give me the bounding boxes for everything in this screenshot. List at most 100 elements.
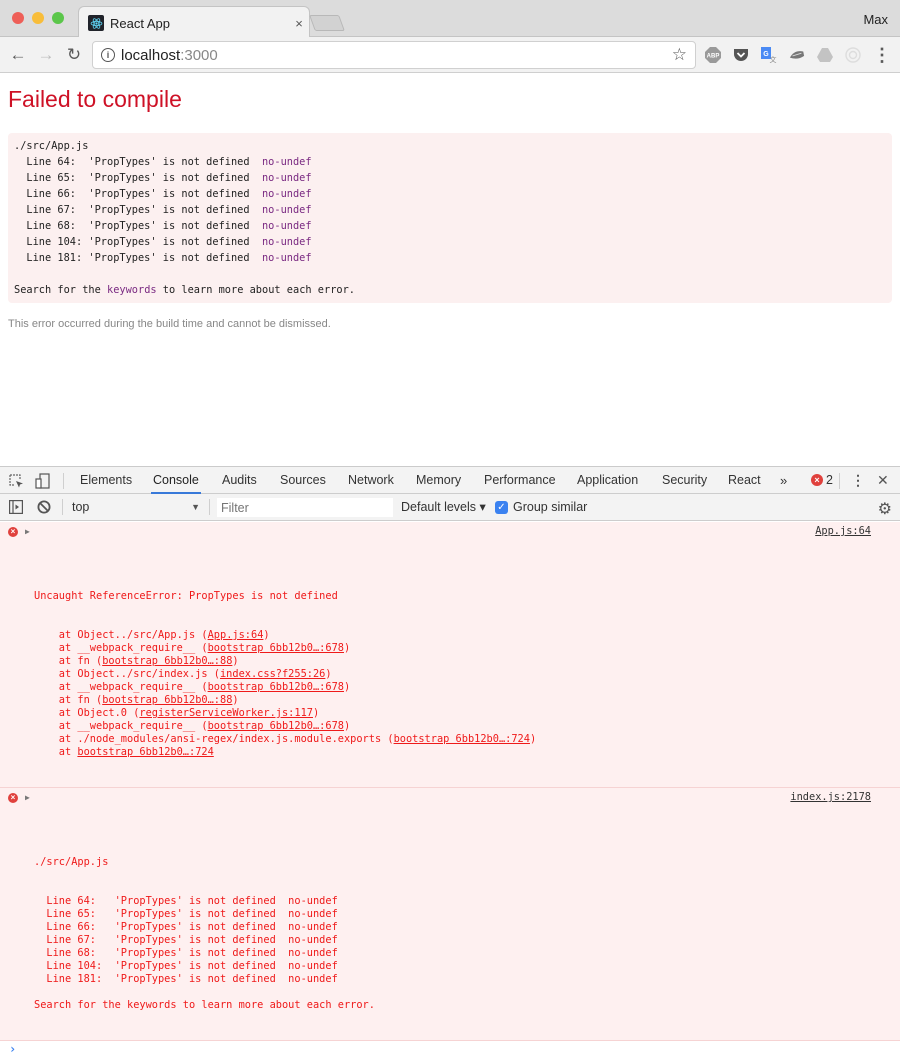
console-output: × ▶ App.js:64 Uncaught ReferenceError: P…	[0, 522, 900, 1056]
error-rule: no-undef	[261, 156, 312, 168]
error-count[interactable]: 2	[826, 467, 833, 494]
error-text: Line 67: 'PropTypes' is not defined	[14, 204, 262, 216]
tab-console[interactable]: Console	[151, 467, 201, 494]
url-text[interactable]: localhost:3000	[121, 47, 218, 64]
group-similar-label[interactable]: Group similar	[513, 494, 587, 520]
devtools-panel: Elements Console Audits Sources Network …	[0, 466, 900, 1056]
close-devtools-icon[interactable]: ✕	[877, 467, 889, 494]
message-line: Search for the keywords to learn more ab…	[34, 999, 375, 1011]
maximize-window-button[interactable]	[52, 12, 64, 24]
frame-text: )	[343, 642, 351, 654]
error-rule: no-undef	[261, 220, 312, 232]
tab-application[interactable]: Application	[575, 467, 640, 494]
stack-frame: at ./node_modules/ansi-regex/index.js.mo…	[34, 733, 900, 746]
message-line: Line 66: 'PropTypes' is not defined no-u…	[34, 921, 338, 933]
error-text: Line 104: 'PropTypes' is not defined	[14, 236, 262, 248]
expand-triangle-icon[interactable]: ▶	[25, 525, 30, 538]
browser-menu-icon[interactable]: ⋮	[871, 44, 893, 66]
console-prompt[interactable]: ›	[0, 1041, 900, 1061]
context-selector[interactable]: top ▼	[64, 494, 208, 520]
pocket-icon[interactable]	[733, 47, 749, 63]
message-line: Line 181: 'PropTypes' is not defined no-…	[34, 973, 338, 985]
frame-link[interactable]: bootstrap 6bb12b0…:724	[394, 733, 530, 745]
hint-keyword: keywords	[107, 284, 157, 296]
forward-button[interactable]: →	[35, 44, 57, 66]
devtools-menu-icon[interactable]: ⋮	[851, 467, 865, 494]
error-line: Line 64: 'PropTypes' is not defined no-u…	[14, 154, 886, 170]
tab-audits[interactable]: Audits	[220, 467, 259, 494]
address-bar[interactable]: i localhost:3000 ☆	[92, 41, 696, 69]
message-source-link[interactable]: App.js:64	[815, 525, 871, 538]
clear-console-icon[interactable]	[36, 499, 52, 515]
frame-link[interactable]: index.css?f255:26	[220, 668, 325, 680]
console-message: × ▶ index.js:2178 ./src/App.js Line 64: …	[0, 788, 900, 1041]
error-count-icon[interactable]: ×	[811, 474, 823, 486]
more-tabs-icon[interactable]: »	[778, 467, 789, 494]
tab-react[interactable]: React	[726, 467, 763, 494]
new-tab-button[interactable]	[309, 15, 345, 31]
info-icon[interactable]: i	[101, 48, 115, 62]
drive-icon[interactable]	[817, 47, 833, 63]
stack-frame: at Object../src/App.js (App.js:64)	[34, 629, 900, 642]
frame-link[interactable]: bootstrap 6bb12b0…:88	[102, 655, 232, 667]
react-logo-icon	[88, 15, 104, 31]
error-rule: no-undef	[261, 188, 312, 200]
log-levels-dropdown[interactable]: Default levels ▾	[401, 494, 486, 520]
message-head: Uncaught ReferenceError: PropTypes is no…	[34, 590, 338, 602]
url-port: :3000	[180, 46, 218, 64]
error-line: Line 67: 'PropTypes' is not defined no-u…	[14, 202, 886, 218]
frame-text: at	[34, 746, 78, 758]
error-text: Line 181: 'PropTypes' is not defined	[14, 252, 262, 264]
message-line: Line 67: 'PropTypes' is not defined no-u…	[34, 934, 338, 946]
prompt-chevron-icon: ›	[9, 1042, 17, 1056]
frame-text: at Object.0 (	[34, 707, 140, 719]
tab-memory[interactable]: Memory	[414, 467, 463, 494]
minimize-window-button[interactable]	[32, 12, 44, 24]
hint-prefix: Search for the	[14, 284, 107, 296]
inspect-element-icon[interactable]	[8, 473, 24, 489]
frame-text: at Object../src/index.js (	[34, 668, 220, 680]
tab-network[interactable]: Network	[346, 467, 396, 494]
abp-icon[interactable]: ABP	[705, 47, 721, 63]
browser-toolbar: ← → ↻ i localhost:3000 ☆ ABP G文 ⋮	[0, 37, 900, 73]
frame-link[interactable]: bootstrap 6bb12b0…:678	[208, 642, 344, 654]
back-button[interactable]: ←	[7, 44, 29, 66]
extension-circle-icon[interactable]	[845, 47, 861, 63]
show-sidebar-icon[interactable]	[8, 499, 24, 515]
frame-text: at Object../src/App.js (	[34, 629, 208, 641]
tab-elements[interactable]: Elements	[78, 467, 134, 494]
separator	[63, 473, 64, 489]
message-source-link[interactable]: index.js:2178	[790, 791, 871, 804]
tab-security[interactable]: Security	[660, 467, 709, 494]
frame-text: )	[343, 720, 351, 732]
google-translate-icon[interactable]: G文	[761, 47, 777, 63]
frame-link[interactable]: App.js:64	[208, 629, 264, 641]
device-toolbar-icon[interactable]	[35, 473, 51, 489]
expand-triangle-icon[interactable]: ▶	[25, 791, 30, 804]
filter-input[interactable]	[217, 498, 393, 517]
page-title: Failed to compile	[8, 86, 182, 112]
tab-close-icon[interactable]: ×	[292, 16, 306, 31]
group-similar-checkbox[interactable]: ✓	[495, 501, 508, 514]
frame-link[interactable]: bootstrap 6bb12b0…:678	[208, 720, 344, 732]
frame-link[interactable]: bootstrap 6bb12b0…:724	[77, 746, 213, 758]
close-window-button[interactable]	[12, 12, 24, 24]
gear-icon[interactable]: ⚙	[878, 499, 892, 519]
frame-link[interactable]: bootstrap 6bb12b0…:88	[102, 694, 232, 706]
stack-frame: at bootstrap 6bb12b0…:724	[34, 746, 900, 759]
reload-button[interactable]: ↻	[63, 44, 85, 66]
bookmark-star-icon[interactable]: ☆	[672, 45, 687, 65]
svg-text:文: 文	[770, 55, 777, 63]
url-host: localhost	[121, 46, 181, 64]
frame-link[interactable]: registerServiceWorker.js:117	[139, 707, 313, 719]
extension-icon[interactable]	[789, 47, 805, 63]
tab-performance[interactable]: Performance	[482, 467, 558, 494]
message-body: Line 64: 'PropTypes' is not defined no-u…	[34, 895, 900, 1012]
separator	[62, 499, 63, 515]
tab-sources[interactable]: Sources	[278, 467, 328, 494]
browser-tab-content[interactable]: React App ×	[88, 8, 306, 38]
message-line: Line 68: 'PropTypes' is not defined no-u…	[34, 947, 338, 959]
frame-link[interactable]: bootstrap 6bb12b0…:678	[208, 681, 344, 693]
profile-name[interactable]: Max	[863, 12, 888, 27]
frame-text: at __webpack_require__ (	[34, 681, 208, 693]
